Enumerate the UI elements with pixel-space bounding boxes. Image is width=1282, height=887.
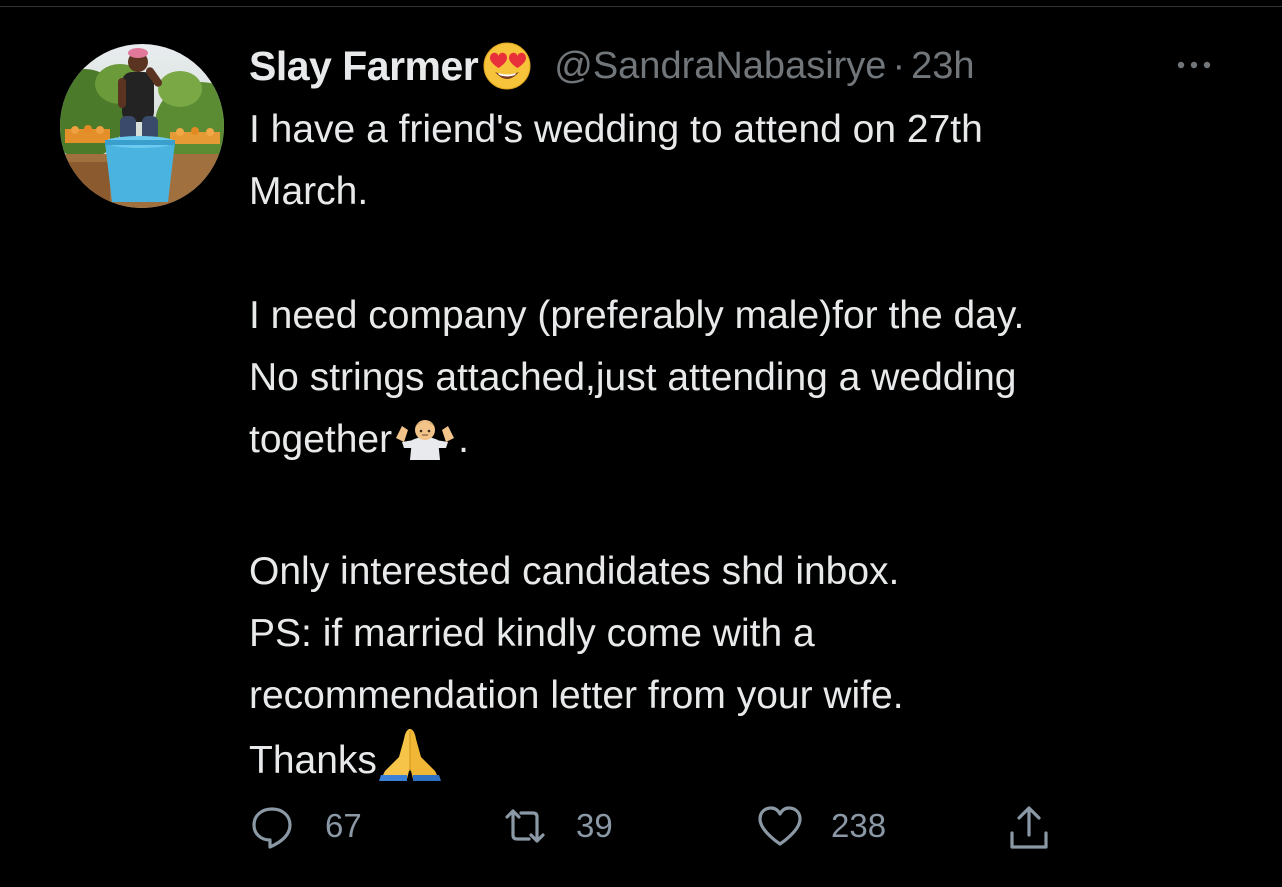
display-name[interactable]: Slay Farmer — [249, 43, 479, 90]
separator-dot: · — [892, 44, 906, 87]
tweet-line-text: together — [249, 418, 393, 461]
tweet-line: Only interested candidates shd inbox. — [249, 550, 900, 593]
tweet-line: recommendation letter from your wife. — [249, 674, 904, 717]
retweet-count: 39 — [576, 807, 613, 844]
tweet-line: I have a friend's wedding to attend on 2… — [249, 108, 983, 151]
tweet-paragraph-1: I have a friend's wedding to attend on 2… — [249, 99, 1249, 223]
folded-hands-emoji-icon — [377, 727, 443, 800]
tweet-header: Slay Farmer @SandraNabasirye · 23h — [249, 36, 1249, 96]
top-divider — [0, 6, 1282, 7]
tweet-line: March. — [249, 170, 369, 213]
tweet-line-together: together . — [249, 409, 1249, 479]
tweet-line: I need company (preferably male)for the … — [249, 294, 1025, 337]
reply-button[interactable]: 67 — [249, 803, 362, 849]
timestamp[interactable]: 23h — [911, 45, 974, 88]
tweet-line: PS: if married kindly come with a — [249, 612, 815, 655]
retweet-icon — [499, 803, 551, 849]
tweet-actions: 67 39 238 — [249, 803, 1069, 853]
more-options-icon[interactable] — [1169, 50, 1219, 80]
like-count: 238 — [831, 807, 887, 844]
tweet-paragraph-2: I need company (preferably male)for the … — [249, 285, 1249, 479]
person-shrugging-emoji-icon — [392, 416, 458, 479]
reply-count: 67 — [325, 807, 362, 844]
tweet-line: No strings attached,just attending a wed… — [249, 356, 1017, 399]
avatar[interactable] — [60, 44, 224, 208]
tweet-line-thanks: Thanks — [249, 727, 1249, 800]
avatar-photo — [60, 44, 224, 208]
tweet-text: I have a friend's wedding to attend on 2… — [249, 99, 1249, 800]
tweet-line-text: Thanks — [249, 739, 377, 782]
like-button[interactable]: 238 — [755, 803, 886, 849]
tweet-body: Slay Farmer @SandraNabasirye · 23h I hav… — [249, 36, 1249, 800]
tweet-paragraph-3: Only interested candidates shd inbox. PS… — [249, 541, 1249, 800]
user-handle[interactable]: @SandraNabasirye — [554, 45, 886, 88]
reply-icon — [249, 803, 295, 849]
share-icon — [1004, 803, 1054, 853]
share-button[interactable] — [1004, 803, 1054, 853]
heart-icon — [755, 803, 805, 849]
together-suffix: . — [458, 418, 469, 461]
heart-eyes-emoji-icon — [482, 41, 532, 91]
retweet-button[interactable]: 39 — [499, 803, 613, 849]
